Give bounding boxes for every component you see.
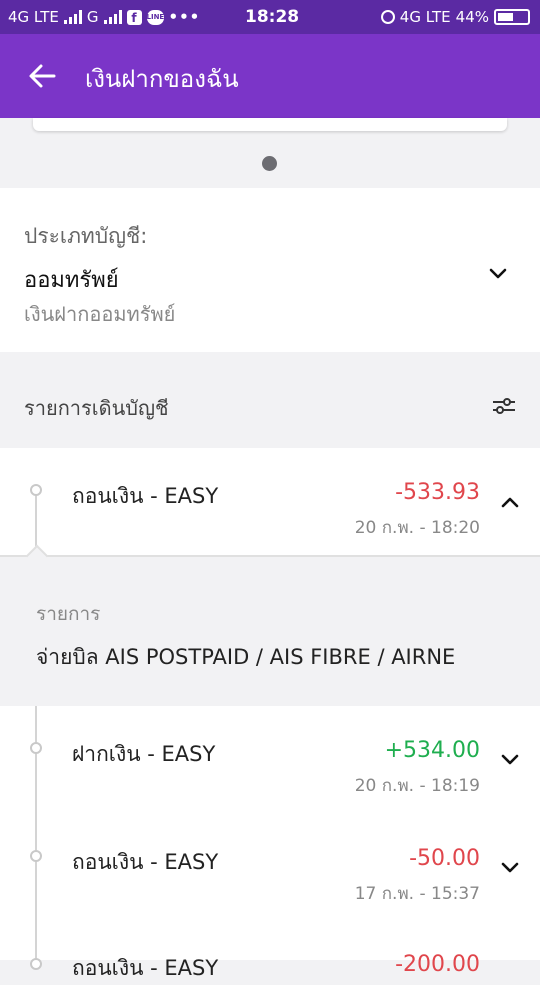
transaction-amount: -533.93 — [395, 480, 480, 505]
timeline-dot — [30, 850, 42, 862]
transaction-date: 20 ก.พ. - 18:20 — [354, 518, 480, 538]
transaction-detail: รายการ จ่ายบิล AIS POSTPAID / AIS FIBRE … — [0, 544, 540, 708]
transaction-name: ถอนเงิน - EASY — [72, 850, 219, 874]
transaction-date: 17 ก.พ. - 15:37 — [354, 884, 480, 904]
transaction-row[interactable]: ถอนเงิน - EASY -533.93 20 ก.พ. - 18:20 — [0, 448, 540, 555]
timeline-dot — [30, 484, 42, 496]
transaction-amount: +534.00 — [384, 738, 480, 763]
network-label-2: G — [86, 8, 99, 26]
alarm-icon — [380, 10, 395, 24]
transaction-name: ฝากเงิน - EASY — [72, 742, 216, 766]
page-title: เงินฝากของฉัน — [85, 65, 239, 93]
account-type-value: ออมทรัพย์ — [24, 268, 119, 293]
account-type-label: ประเภทบัญชี: — [24, 224, 148, 248]
detail-value: จ่ายบิล AIS POSTPAID / AIS FIBRE / AIRNE — [36, 645, 456, 669]
chevron-up-icon[interactable] — [498, 490, 522, 514]
transaction-name: ถอนเงิน - EASY — [72, 484, 219, 508]
account-card[interactable] — [33, 118, 507, 131]
account-type-subtitle: เงินฝากออมทรัพย์ — [24, 302, 176, 326]
status-time: 18:28 — [245, 7, 300, 27]
battery-icon — [494, 9, 530, 25]
network-label-3: 4G LTE — [399, 8, 451, 26]
more-notifications-icon: ••• — [168, 8, 201, 26]
transaction-date: 20 ก.พ. - 18:19 — [354, 776, 480, 796]
transaction-list: ฝากเงิน - EASY +534.00 20 ก.พ. - 18:19 ถ… — [0, 706, 540, 980]
back-arrow-icon[interactable] — [26, 60, 58, 92]
app-bar: เงินฝากของฉัน — [0, 34, 540, 118]
transaction-amount: -50.00 — [409, 846, 480, 871]
account-type-selector[interactable]: ประเภทบัญชี: ออมทรัพย์ เงินฝากออมทรัพย์ — [0, 188, 540, 352]
facebook-icon: f — [126, 9, 142, 25]
detail-label: รายการ — [36, 603, 101, 625]
transaction-name: ถอนเงิน - EASY — [72, 956, 219, 980]
status-left: 4G LTE G f LINE ••• — [8, 8, 200, 26]
network-label-1: 4G LTE — [8, 8, 59, 26]
filter-icon[interactable] — [490, 394, 518, 418]
timeline-dot — [30, 742, 42, 754]
pager-indicator — [262, 156, 277, 171]
transaction-amount: -200.00 — [395, 952, 480, 977]
chevron-down-icon[interactable] — [486, 262, 510, 286]
battery-percent: 44% — [455, 8, 489, 26]
signal-icon-2 — [103, 10, 122, 24]
statement-header: รายการเดินบัญชี — [0, 352, 540, 448]
status-right: 4G LTE 44% — [380, 8, 530, 26]
chevron-down-icon[interactable] — [498, 856, 522, 880]
chevron-down-icon[interactable] — [498, 748, 522, 772]
status-bar: 4G LTE G f LINE ••• 18:28 4G LTE 44% — [0, 0, 540, 34]
line-icon: LINE — [146, 9, 164, 25]
signal-icon — [63, 10, 82, 24]
statement-title: รายการเดินบัญชี — [24, 396, 169, 420]
